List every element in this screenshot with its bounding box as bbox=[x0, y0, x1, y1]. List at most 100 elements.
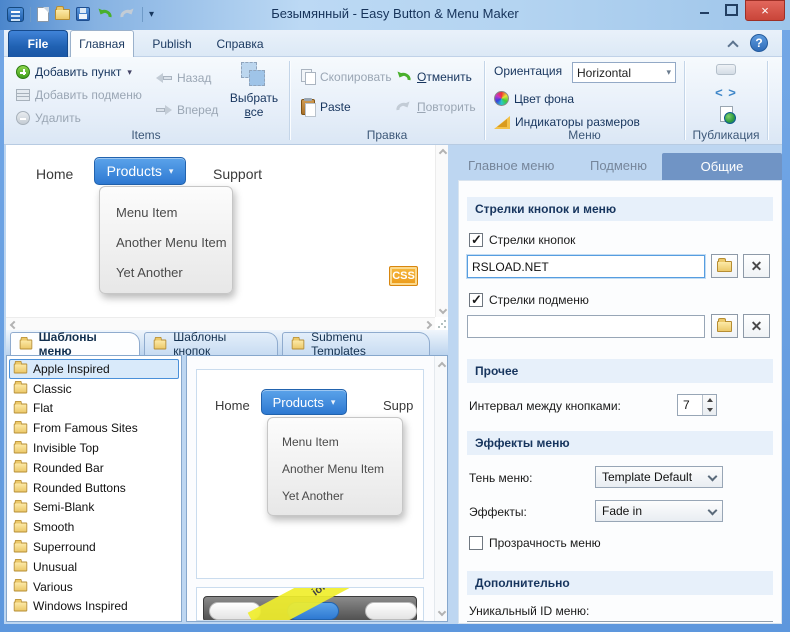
spin-up-icon[interactable] bbox=[707, 398, 713, 402]
folder-icon bbox=[13, 381, 28, 394]
scroll-up-icon[interactable] bbox=[439, 149, 446, 156]
add-item-button[interactable]: Добавить пункт ▾ bbox=[16, 65, 132, 79]
scroll-down-icon[interactable] bbox=[438, 608, 445, 615]
menu-preview-area: Home Products ▾ Support Menu Item Another… bbox=[6, 145, 448, 330]
preview-dropdown: Menu Item Another Menu Item Yet Another bbox=[99, 186, 233, 294]
ribbon-tab-bar: File Главная Publish Справка ? bbox=[4, 30, 782, 57]
vertical-scrollbar[interactable] bbox=[434, 356, 447, 621]
template-item[interactable]: Classic bbox=[9, 379, 179, 399]
effects-select[interactable]: Fade in bbox=[595, 500, 723, 522]
scroll-left-icon[interactable] bbox=[10, 321, 17, 328]
tab-main-menu[interactable]: Главное меню bbox=[468, 158, 554, 173]
select-all-button[interactable]: Выбрать все bbox=[222, 60, 286, 122]
chevron-down-icon: ▾ bbox=[168, 165, 174, 176]
maximize-button[interactable] bbox=[718, 0, 745, 19]
spinner-buttons[interactable] bbox=[702, 395, 716, 415]
checkbox-checked-icon[interactable] bbox=[469, 232, 483, 248]
publish-page-button[interactable] bbox=[686, 106, 766, 124]
template-item[interactable]: Rounded Buttons bbox=[9, 478, 179, 498]
checkbox-submenu-arrows[interactable]: Стрелки подменю bbox=[469, 292, 589, 308]
help-button[interactable]: ? bbox=[750, 34, 768, 52]
template-preview-canvas-2[interactable]: ion bbox=[196, 587, 424, 621]
tab-publish[interactable]: Publish bbox=[142, 30, 202, 57]
checkbox-button-arrows[interactable]: Стрелки кнопок bbox=[469, 232, 575, 248]
dropdown-item[interactable]: Menu Item bbox=[116, 197, 232, 227]
shadow-select[interactable]: Template Default bbox=[595, 466, 723, 488]
clear-button[interactable]: ✕ bbox=[743, 314, 770, 338]
delete-button[interactable]: Удалить bbox=[16, 111, 81, 125]
tab-home[interactable]: Главная bbox=[70, 30, 134, 57]
browse-button[interactable] bbox=[711, 314, 738, 338]
preview-menu-products[interactable]: Products ▾ bbox=[94, 157, 186, 185]
button-icon bbox=[716, 64, 736, 75]
size-indicators-button[interactable]: Индикаторы размеров bbox=[494, 115, 640, 129]
tab-submenu-templates[interactable]: Submenu Templates bbox=[282, 330, 430, 358]
template-item[interactable]: Rounded Bar bbox=[9, 458, 179, 478]
browse-button[interactable] bbox=[711, 254, 738, 278]
horizontal-scrollbar[interactable] bbox=[6, 317, 435, 330]
preview-menu-home[interactable]: Home bbox=[36, 166, 73, 182]
scroll-right-icon[interactable] bbox=[424, 321, 431, 328]
undo-button[interactable]: Отменить bbox=[395, 69, 472, 85]
button-arrow-path-input[interactable] bbox=[467, 255, 705, 278]
template-preview-canvas[interactable]: Home Products ▾ Supp Menu Item Another Me… bbox=[196, 369, 424, 579]
interval-spinner[interactable]: 7 bbox=[677, 394, 717, 416]
tab-help[interactable]: Справка bbox=[208, 30, 272, 57]
add-submenu-button[interactable]: Добавить подменю bbox=[16, 88, 142, 102]
back-button[interactable]: Назад bbox=[156, 71, 211, 85]
group-label-edit: Правка bbox=[366, 128, 408, 142]
template-item[interactable]: Windows Inspired bbox=[9, 597, 179, 617]
minimize-button[interactable] bbox=[691, 0, 718, 19]
section-arrows: Стрелки кнопок и меню bbox=[467, 197, 773, 221]
clear-button[interactable]: ✕ bbox=[743, 254, 770, 278]
paste-button[interactable]: Paste bbox=[301, 98, 351, 117]
spin-down-icon[interactable] bbox=[707, 408, 713, 412]
close-button[interactable]: × bbox=[745, 0, 785, 21]
template-item[interactable]: Superround bbox=[9, 537, 179, 557]
button-graphic bbox=[365, 602, 417, 620]
scroll-down-icon[interactable] bbox=[439, 306, 446, 313]
folder-icon bbox=[13, 539, 28, 553]
resize-grip[interactable] bbox=[437, 319, 447, 329]
color-wheel-icon bbox=[494, 91, 509, 106]
template-item[interactable]: Unusual bbox=[9, 557, 179, 577]
publish-disabled-button[interactable] bbox=[686, 64, 766, 75]
folder-icon bbox=[19, 336, 32, 349]
redo-button[interactable]: Повторить bbox=[395, 99, 476, 115]
tab-general[interactable]: Общие bbox=[662, 153, 782, 180]
unique-id-input-top-edge[interactable] bbox=[467, 621, 773, 622]
tab-menu-templates[interactable]: Шаблоны меню bbox=[10, 330, 140, 358]
forward-button[interactable]: Вперед bbox=[156, 103, 218, 117]
copy-button[interactable]: Скопировать bbox=[301, 69, 392, 85]
dropdown-item[interactable]: Yet Another bbox=[116, 257, 232, 287]
preview-menu-support[interactable]: Support bbox=[213, 166, 262, 182]
template-item[interactable]: Invisible Top bbox=[9, 438, 179, 458]
template-item[interactable]: Smooth bbox=[9, 517, 179, 537]
submenu-arrow-path-input[interactable] bbox=[467, 315, 705, 338]
checkbox-checked-icon[interactable] bbox=[469, 292, 483, 308]
orientation-label: Ориентация bbox=[494, 64, 563, 78]
view-code-button[interactable]: < > bbox=[686, 86, 766, 99]
template-item[interactable]: Semi-Blank bbox=[9, 498, 179, 518]
css-badge[interactable]: CSS bbox=[389, 266, 418, 286]
open-folder-icon bbox=[717, 317, 732, 332]
tab-file[interactable]: File bbox=[8, 30, 68, 57]
scroll-up-icon[interactable] bbox=[438, 362, 445, 369]
template-tab-bar: Шаблоны меню Шаблоны кнопок Submenu Temp… bbox=[6, 330, 448, 358]
template-item[interactable]: From Famous Sites bbox=[9, 418, 179, 438]
dropdown-item[interactable]: Another Menu Item bbox=[116, 227, 232, 257]
checkbox-menu-transparency[interactable]: Прозрачность меню bbox=[469, 536, 601, 550]
background-color-button[interactable]: Цвет фона bbox=[494, 91, 574, 106]
main-area: Home Products ▾ Support Menu Item Another… bbox=[4, 145, 782, 624]
tab-button-templates[interactable]: Шаблоны кнопок bbox=[144, 330, 278, 358]
template-item[interactable]: Various bbox=[9, 577, 179, 597]
template-item-selected[interactable]: Apple Inspired bbox=[9, 359, 179, 379]
page-globe-icon bbox=[719, 106, 736, 124]
orientation-select[interactable]: Horizontal ▾ bbox=[572, 62, 676, 83]
tab-submenu[interactable]: Подменю bbox=[590, 158, 647, 173]
vertical-scrollbar[interactable] bbox=[435, 145, 448, 317]
remove-icon bbox=[16, 111, 30, 125]
collapse-ribbon-icon[interactable] bbox=[728, 39, 738, 49]
template-item[interactable]: Flat bbox=[9, 399, 179, 419]
checkbox-unchecked-icon[interactable] bbox=[469, 536, 483, 550]
